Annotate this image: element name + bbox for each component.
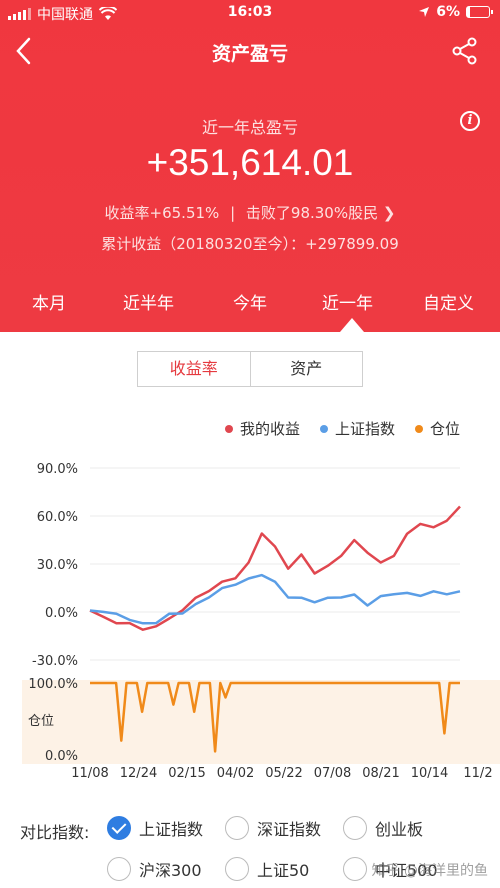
position-tick-label: 0.0%	[45, 749, 78, 764]
info-icon[interactable]: i	[460, 111, 480, 131]
legend-dot	[414, 424, 423, 433]
radio-icon[interactable]	[343, 816, 367, 840]
x-tick-label: 12/24	[120, 766, 157, 780]
x-tick-label: 05/22	[265, 766, 302, 780]
option-label: 创业板	[375, 820, 424, 839]
chevron-right-icon[interactable]: ❯	[383, 204, 396, 222]
option-chinext[interactable]: 创业板	[343, 816, 423, 840]
nav-bar: 资产盈亏	[0, 30, 500, 74]
option-label: 深证指数	[257, 820, 322, 839]
y-tick-label: 60.0%	[37, 510, 78, 525]
legend-label: 上证指数	[334, 420, 395, 438]
radio-icon[interactable]	[343, 857, 367, 881]
period-label: 近一年总盈亏	[201, 118, 298, 137]
compare-label: 对比指数:	[20, 823, 90, 842]
legend-dot	[319, 424, 328, 433]
status-right: 6%	[418, 4, 493, 20]
tab-half-year[interactable]: 近半年	[123, 289, 174, 314]
y-tick-label: -30.0%	[32, 654, 78, 669]
option-sse-index[interactable]: 上证指数	[107, 816, 203, 840]
separator: |	[230, 204, 236, 222]
total-profit: +351,614.01	[146, 142, 354, 183]
y-tick-label: 30.0%	[37, 558, 78, 573]
radio-icon[interactable]	[225, 857, 249, 881]
location-icon	[419, 7, 430, 17]
y-tick-label: 90.0%	[37, 462, 78, 477]
legend-my-return: 我的收益	[224, 418, 300, 439]
option-sse50[interactable]: 上证50	[225, 857, 309, 881]
radio-icon[interactable]	[225, 816, 249, 840]
legend-label: 仓位	[429, 420, 460, 438]
series-line	[89, 573, 461, 625]
x-tick-label: 08/21	[362, 766, 399, 780]
tab-one-year[interactable]: 近一年	[322, 289, 373, 314]
period-tabs: 本月 近半年 今年 近一年 自定义	[0, 289, 500, 319]
compare-index-panel: 对比指数: 上证指数 深证指数 创业板 沪深300 上证50 中证500 知乎 …	[0, 814, 500, 888]
return-line: 收益率+65.51% | 击败了98.30%股民 ❯	[0, 202, 500, 223]
legend-label: 我的收益	[239, 420, 300, 438]
beat-percent[interactable]: 击败了98.30%股民	[246, 204, 378, 222]
toggle-asset[interactable]: 资产	[251, 352, 363, 386]
watermark: 知乎 @海洋里的鱼	[371, 863, 488, 879]
share-icon[interactable]	[450, 36, 480, 66]
checkbox-checked-icon[interactable]	[107, 816, 131, 840]
position-tick-label: 100.0%	[28, 677, 78, 692]
return-rate: 收益率+65.51%	[104, 204, 220, 222]
return-chart[interactable]: 90.0% 60.0% 30.0% 0.0% -30.0% 100.0% 0.0% 仓位 11/…	[0, 450, 500, 780]
radio-icon[interactable]	[107, 857, 131, 881]
option-csi300[interactable]: 沪深300	[107, 857, 202, 881]
x-tick-label: 04/02	[217, 766, 254, 780]
legend-dot	[224, 424, 233, 433]
cumulative-profit: 累计收益（20180320至今）：+297899.09	[101, 235, 399, 253]
y-tick-label: 0.0%	[45, 606, 78, 621]
position-axis-label: 仓位	[28, 714, 54, 729]
x-tick-label: 02/15	[168, 766, 205, 780]
battery-percent: 6%	[436, 4, 460, 20]
legend-position: 仓位	[414, 418, 460, 439]
chart-legend: 我的收益 上证指数 仓位	[224, 418, 460, 439]
page-title: 资产盈亏	[211, 43, 288, 65]
x-tick-label: 10/14	[411, 766, 448, 780]
option-label: 上证50	[257, 861, 310, 880]
tab-custom[interactable]: 自定义	[423, 289, 474, 314]
x-tick-label: 11/08	[71, 766, 108, 780]
option-szse-index[interactable]: 深证指数	[225, 816, 321, 840]
tab-month[interactable]: 本月	[32, 289, 66, 314]
legend-sse-index: 上证指数	[319, 418, 395, 439]
series-line	[89, 505, 461, 631]
position-panel-bg	[22, 680, 500, 764]
header-panel: 中国联通 16:03 6% 资产盈亏 近一年总盈亏 i +351,614.01	[0, 0, 500, 332]
battery-icon	[466, 6, 493, 18]
status-bar: 中国联通 16:03 6%	[0, 0, 500, 24]
active-tab-indicator	[340, 318, 364, 332]
x-tick-label: 11/2	[463, 766, 492, 780]
option-label: 沪深300	[139, 861, 202, 880]
tab-this-year[interactable]: 今年	[233, 289, 267, 314]
chart-mode-toggle: 收益率 资产	[137, 351, 363, 387]
x-tick-label: 07/08	[314, 766, 351, 780]
toggle-return-rate[interactable]: 收益率	[138, 352, 251, 386]
option-label: 上证指数	[139, 820, 204, 839]
